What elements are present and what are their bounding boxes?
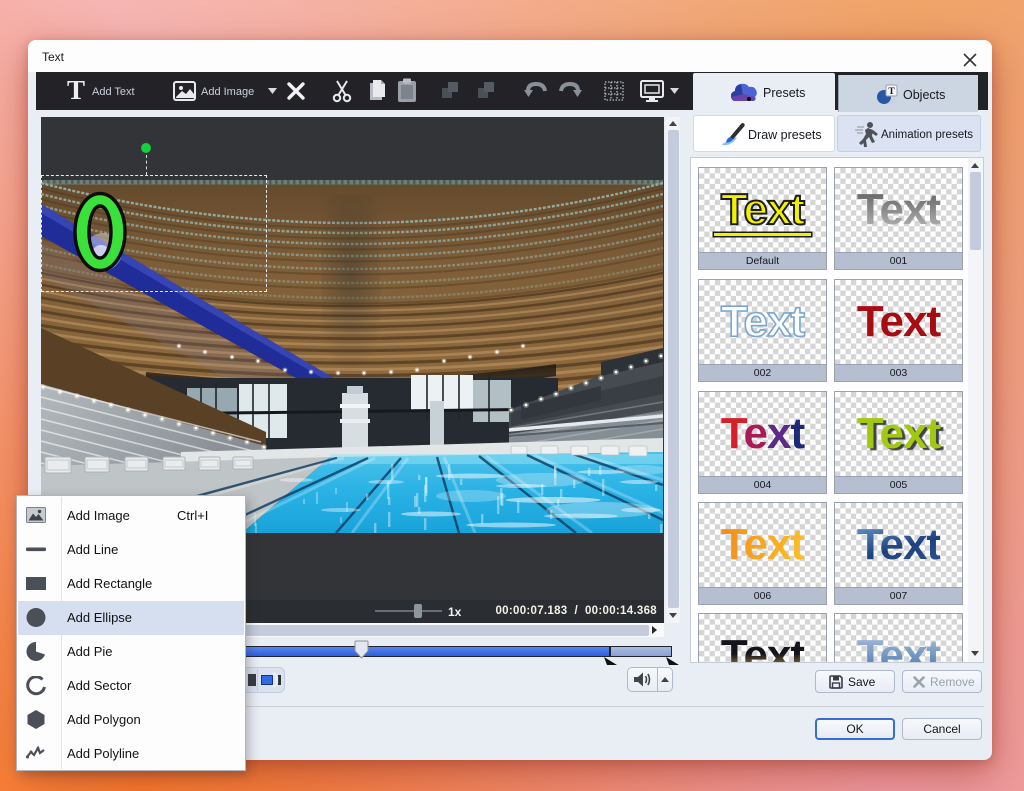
svg-text:T: T xyxy=(888,87,895,97)
